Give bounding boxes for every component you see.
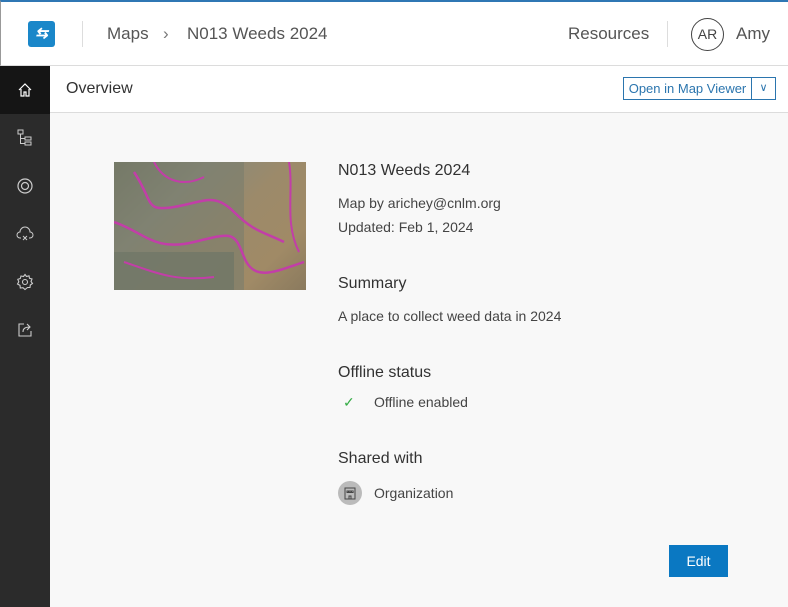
chevron-right-icon: › [163, 24, 169, 43]
organization-icon [338, 481, 362, 505]
sidebar [0, 66, 50, 607]
summary-heading: Summary [338, 275, 407, 292]
edit-button[interactable]: Edit [669, 545, 728, 577]
map-thumbnail [114, 162, 306, 290]
home-icon[interactable] [0, 66, 50, 114]
cloud-offline-icon[interactable] [0, 210, 50, 258]
breadcrumb-current: N013 Weeds 2024 [187, 24, 328, 43]
offline-status: Offline enabled [374, 394, 468, 410]
breadcrumb-maps[interactable]: Maps [107, 24, 149, 44]
shared-value: Organization [374, 485, 454, 501]
divider [667, 21, 668, 47]
layers-icon[interactable] [0, 114, 50, 162]
resources-link[interactable]: Resources [568, 24, 649, 44]
share-icon[interactable] [0, 306, 50, 354]
summary-text: A place to collect weed data in 2024 [338, 308, 562, 324]
check-icon: ✓ [343, 394, 355, 410]
app-logo-icon[interactable]: ⇆ [28, 21, 55, 47]
item-owner: Map by arichey@cnlm.org [338, 195, 501, 211]
open-in-map-viewer-button[interactable]: Open in Map Viewer [623, 77, 752, 100]
user-name[interactable]: Amy [736, 24, 770, 44]
divider [82, 21, 83, 47]
chevron-down-icon[interactable]: ∨ [751, 77, 776, 100]
page-title: Overview [66, 80, 133, 97]
target-icon[interactable] [0, 162, 50, 210]
map-thumbnail-image [114, 162, 305, 290]
shared-heading: Shared with [338, 450, 423, 467]
top-bar: ⇆ Maps › N013 Weeds 2024 Resources AR Am… [0, 0, 788, 66]
item-updated: Updated: Feb 1, 2024 [338, 219, 474, 235]
offline-heading: Offline status [338, 364, 432, 381]
avatar[interactable]: AR [691, 18, 724, 51]
overview-bar: Overview Open in Map Viewer ∨ [50, 66, 788, 113]
gear-icon[interactable] [0, 258, 50, 306]
item-title: N013 Weeds 2024 [338, 162, 471, 179]
